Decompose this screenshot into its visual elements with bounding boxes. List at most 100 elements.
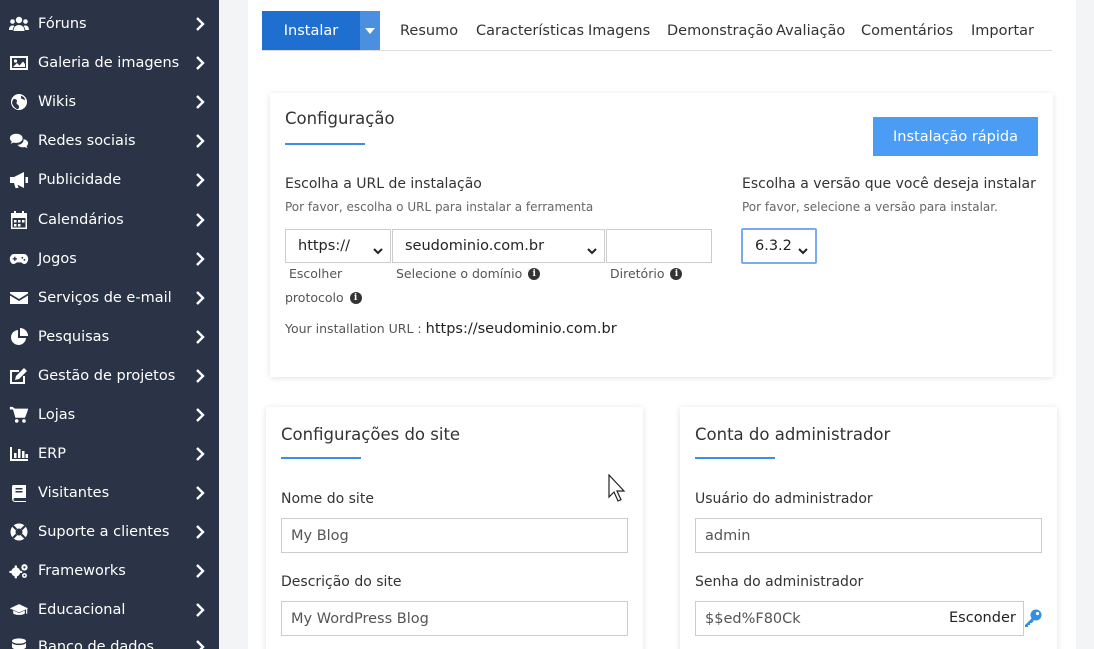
calendar-icon [8, 210, 30, 229]
image-icon [8, 54, 30, 72]
tab-comentarios[interactable]: Comentários [861, 11, 953, 50]
admin-account-title: Conta do administrador [695, 425, 891, 444]
config-title: Configuração [285, 109, 395, 128]
directory-input[interactable] [606, 229, 712, 263]
config-card: Configuração Instalação rápida Escolha a… [270, 93, 1053, 377]
sidebar-item-servicos-email[interactable]: Serviços de e-mail [0, 278, 219, 317]
sidebar-item-label: Jogos [38, 250, 77, 267]
comments-icon [8, 132, 30, 150]
info-icon[interactable]: i [670, 267, 683, 280]
protocol-caption-1: Escolher [289, 266, 343, 281]
site-description-input[interactable]: My WordPress Blog [281, 601, 628, 636]
bar-chart-icon [8, 445, 30, 463]
sidebar-item-label: ERP [38, 445, 66, 462]
edit-icon [8, 367, 30, 385]
sidebar-item-suporte-clientes[interactable]: Suporte a clientes [0, 512, 219, 551]
site-settings-card: Configurações do site Nome do site My Bl… [266, 407, 643, 649]
url-hint: Por favor, escolha o URL para instalar a… [285, 200, 594, 214]
installation-url-label: Your installation URL : [285, 321, 422, 336]
sidebar-item-label: Educacional [38, 601, 126, 618]
sidebar-item-pesquisas[interactable]: Pesquisas [0, 317, 219, 356]
tab-caracteristicas[interactable]: Características [476, 11, 584, 50]
info-icon[interactable]: i [349, 291, 362, 304]
installation-url-value: https://seudominio.com.br [425, 321, 617, 337]
caret-down-icon [365, 27, 375, 34]
tab-importar[interactable]: Importar [971, 11, 1034, 50]
info-icon[interactable]: i [528, 267, 541, 280]
chevron-down-icon [587, 243, 597, 255]
globe-icon [8, 93, 30, 111]
sidebar-item-erp[interactable]: ERP [0, 434, 219, 473]
megaphone-icon [8, 171, 30, 189]
chevron-right-icon [195, 251, 205, 266]
version-label: Escolha a versão que você deseja instala… [742, 176, 1036, 192]
sidebar-item-label: Calendários [38, 211, 124, 228]
sidebar-item-redes-sociais[interactable]: Redes sociais [0, 121, 219, 160]
install-button[interactable]: Instalar [262, 11, 360, 50]
protocol-caption-text: protocolo [285, 290, 344, 305]
tab-demonstracao[interactable]: Demonstração [667, 11, 773, 50]
gamepad-icon [8, 250, 30, 268]
sidebar-item-galeria[interactable]: Galeria de imagens [0, 43, 219, 82]
sidebar-item-label: Suporte a clientes [38, 523, 170, 540]
install-dropdown-toggle[interactable] [360, 11, 380, 50]
chevron-right-icon [195, 563, 205, 578]
chevron-right-icon [195, 368, 205, 383]
lifebuoy-icon [8, 523, 30, 541]
admin-password-label: Senha do administrador [695, 574, 864, 590]
sidebar-item-jogos[interactable]: Jogos [0, 239, 219, 278]
chevron-right-icon [195, 172, 205, 187]
sidebar-item-label: Visitantes [38, 484, 110, 501]
sidebar-item-label: Wikis [38, 93, 77, 110]
cogs-icon [8, 562, 30, 580]
chevron-right-icon [195, 133, 205, 148]
site-name-label: Nome do site [281, 491, 374, 507]
chevron-right-icon [195, 524, 205, 539]
protocol-select[interactable]: https:// [285, 229, 391, 263]
cart-icon [8, 406, 30, 424]
sidebar-item-label: Lojas [38, 406, 76, 423]
sidebar-item-foruns[interactable]: Fóruns [0, 4, 219, 43]
chevron-right-icon [195, 212, 205, 227]
sidebar-item-publicidade[interactable]: Publicidade [0, 160, 219, 199]
chevron-right-icon [195, 639, 205, 649]
url-label: Escolha a URL de instalação [285, 176, 482, 192]
site-settings-title: Configurações do site [281, 425, 461, 444]
graduation-cap-icon [8, 601, 30, 619]
sidebar-item-calendarios[interactable]: Calendários [0, 200, 219, 239]
tab-imagens[interactable]: Imagens [588, 11, 650, 50]
protocol-caption-2: protocolo i [285, 290, 362, 305]
chevron-right-icon [195, 16, 205, 31]
sidebar-item-gestao-projetos[interactable]: Gestão de projetos [0, 356, 219, 395]
database-icon [8, 637, 30, 649]
title-underline [695, 457, 775, 459]
tab-bar: Instalar Resumo Características Imagens … [262, 11, 1052, 51]
domain-caption-text: Selecione o domínio [396, 266, 523, 281]
sidebar-item-educacional[interactable]: Educacional [0, 590, 219, 629]
tab-avaliacao[interactable]: Avaliação [776, 11, 845, 50]
admin-user-input[interactable]: admin [695, 518, 1042, 553]
sidebar-item-wikis[interactable]: Wikis [0, 82, 219, 121]
domain-value: seudominio.com.br [405, 238, 545, 254]
domain-select[interactable]: seudominio.com.br [392, 229, 605, 263]
quick-install-button[interactable]: Instalação rápida [873, 117, 1038, 156]
sidebar-item-label: Frameworks [38, 562, 126, 579]
sidebar-item-label: Publicidade [38, 171, 122, 188]
sidebar-item-frameworks[interactable]: Frameworks [0, 551, 219, 590]
sidebar-item-lojas[interactable]: Lojas [0, 395, 219, 434]
sidebar-item-label: Galeria de imagens [38, 54, 180, 71]
version-select[interactable]: 6.3.2 [741, 228, 817, 264]
sidebar-item-label: Gestão de projetos [38, 367, 176, 384]
key-icon[interactable] [1023, 608, 1043, 628]
chevron-right-icon [195, 55, 205, 70]
site-description-label: Descrição do site [281, 574, 402, 590]
site-name-input[interactable]: My Blog [281, 518, 628, 553]
sidebar-item-banco-dados[interactable]: Banco de dados [0, 627, 219, 649]
chevron-right-icon [195, 407, 205, 422]
tab-resumo[interactable]: Resumo [400, 11, 458, 50]
chevron-down-icon [373, 243, 383, 255]
sidebar-item-visitantes[interactable]: Visitantes [0, 473, 219, 512]
chevron-right-icon [195, 602, 205, 617]
admin-password-value: $$ed%F80Ck [705, 610, 801, 627]
hide-password-button[interactable]: Esconder [949, 610, 1016, 626]
